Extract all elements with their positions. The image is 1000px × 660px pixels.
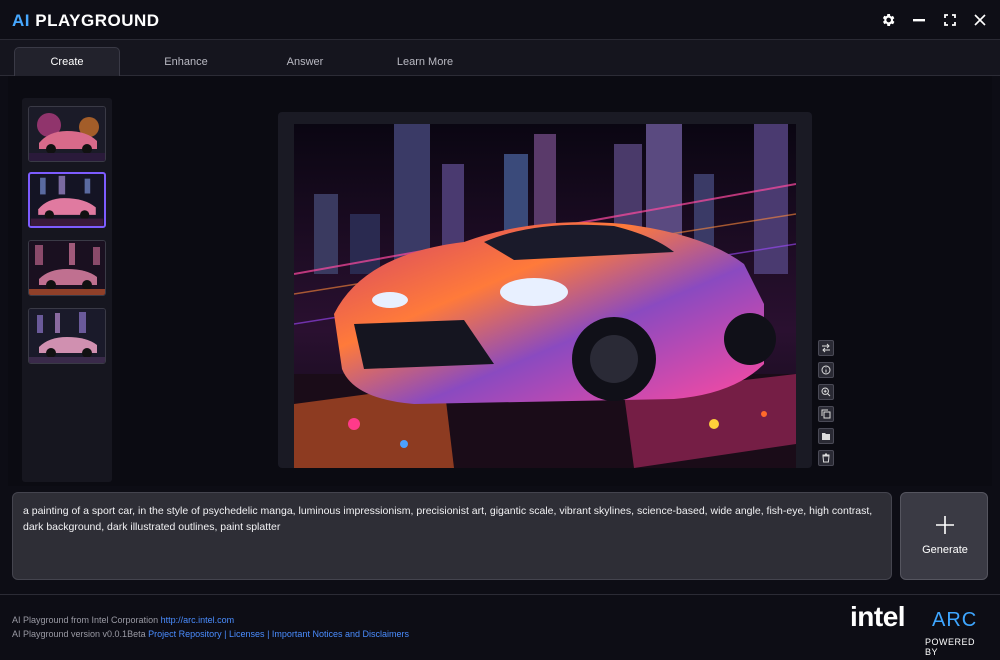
- zoom-button[interactable]: [818, 384, 834, 400]
- info-icon: [821, 365, 831, 375]
- arc-website-link[interactable]: http://arc.intel.com: [161, 615, 235, 625]
- project-repository-link[interactable]: Project Repository: [148, 629, 222, 639]
- tab-learn-more[interactable]: Learn More: [372, 48, 478, 76]
- plus-icon: [936, 516, 954, 534]
- history-thumbnail-4[interactable]: [28, 308, 106, 364]
- car-thumbnail-icon: [29, 309, 105, 363]
- history-thumbnail-3[interactable]: [28, 240, 106, 296]
- title-bar: AI PLAYGROUND: [0, 0, 1000, 40]
- minimize-button[interactable]: [907, 8, 931, 32]
- compare-button[interactable]: [818, 340, 834, 356]
- history-thumbnail-2[interactable]: [28, 172, 106, 228]
- close-icon: [974, 14, 986, 26]
- tab-answer[interactable]: Answer: [252, 48, 358, 76]
- delete-button[interactable]: [818, 450, 834, 466]
- prompt-input[interactable]: a painting of a sport car, in the style …: [23, 503, 885, 573]
- copy-icon: [821, 409, 831, 419]
- gear-icon: [882, 14, 895, 26]
- minimize-icon: [913, 19, 925, 22]
- car-thumbnail-icon: [29, 107, 105, 161]
- logo-ai: AI: [12, 11, 30, 30]
- zoom-in-icon: [821, 387, 831, 397]
- notices-link[interactable]: Important Notices and Disclaimers: [272, 629, 409, 639]
- trash-icon: [822, 453, 830, 463]
- generate-button[interactable]: Generate: [900, 492, 988, 580]
- maximize-button[interactable]: [938, 8, 962, 32]
- powered-by-text: POWERED BY: [925, 637, 976, 657]
- tab-create[interactable]: Create: [14, 47, 120, 77]
- tab-bar: Create Enhance Answer Learn More: [0, 40, 1000, 77]
- footer-line-1: AI Playground from Intel Corporation htt…: [12, 615, 234, 625]
- footer-line-2: AI Playground version v0.0.1Beta Project…: [12, 629, 409, 639]
- footer-company-text: AI Playground from Intel Corporation: [12, 615, 159, 625]
- generated-image: [294, 124, 796, 468]
- arc-wordmark: ARC: [932, 609, 978, 631]
- compare-icon: [822, 343, 830, 353]
- car-thumbnail-icon: [30, 174, 104, 226]
- logo-name: PLAYGROUND: [35, 11, 160, 30]
- sport-car-painting-icon: [294, 124, 796, 468]
- close-button[interactable]: [968, 8, 992, 32]
- info-button[interactable]: [818, 362, 834, 378]
- footer-separator: |: [267, 629, 270, 639]
- history-sidebar: [22, 98, 112, 482]
- maximize-icon: [944, 14, 956, 26]
- intel-wordmark: intel: [850, 601, 906, 632]
- tab-enhance[interactable]: Enhance: [133, 48, 239, 76]
- folder-icon: [822, 433, 830, 440]
- open-folder-button[interactable]: [818, 428, 834, 444]
- app-logo: AI PLAYGROUND: [12, 11, 160, 31]
- generate-label: Generate: [922, 544, 968, 556]
- car-thumbnail-icon: [29, 241, 105, 295]
- history-thumbnail-1[interactable]: [28, 106, 106, 162]
- settings-button[interactable]: [876, 8, 900, 32]
- licenses-link[interactable]: Licenses: [229, 629, 265, 639]
- intel-arc-logo: intel ARC POWERED BY: [850, 601, 990, 657]
- copy-button[interactable]: [818, 406, 834, 422]
- footer-divider: [0, 594, 1000, 595]
- footer-separator: |: [224, 629, 227, 639]
- prompt-box: a painting of a sport car, in the style …: [12, 492, 892, 580]
- version-text: AI Playground version v0.0.1Beta: [12, 629, 146, 639]
